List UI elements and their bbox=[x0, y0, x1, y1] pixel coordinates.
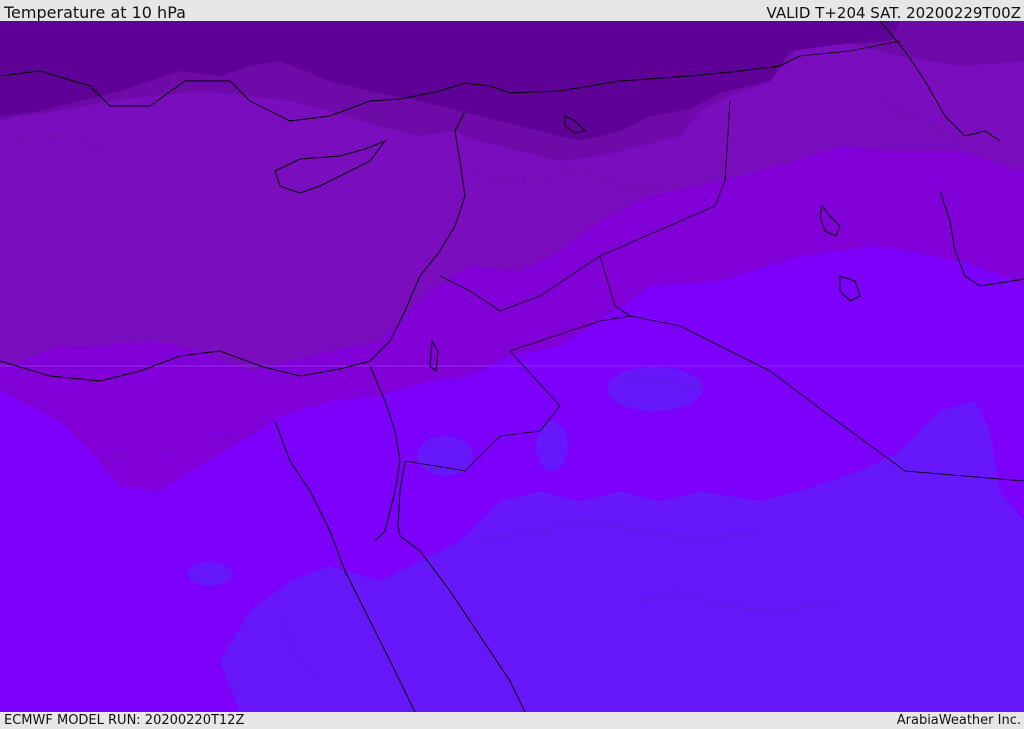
credit-label: ArabiaWeather Inc. bbox=[896, 713, 1021, 728]
header-bar: Temperature at 10 hPa VALID T+204 SAT. 2… bbox=[0, 0, 1024, 22]
map-frame: Temperature at 10 hPa VALID T+204 SAT. 2… bbox=[0, 0, 1024, 729]
temperature-map bbox=[0, 21, 1024, 712]
footer-bar: ECMWF MODEL RUN: 20200220T12Z ArabiaWeat… bbox=[0, 712, 1024, 729]
band-warmest-patch-4 bbox=[188, 562, 232, 586]
model-run-label: ECMWF MODEL RUN: 20200220T12Z bbox=[4, 713, 245, 728]
band-warmest-patch-5 bbox=[715, 675, 805, 711]
map-canvas bbox=[0, 21, 1024, 712]
map-title: Temperature at 10 hPa bbox=[4, 3, 186, 22]
valid-time-label: VALID T+204 SAT. 20200229T00Z bbox=[766, 4, 1021, 22]
band-warmest-patch-2 bbox=[417, 436, 473, 476]
band-warmest-patch-3 bbox=[536, 421, 568, 471]
band-warmest-patch-1 bbox=[607, 367, 703, 411]
